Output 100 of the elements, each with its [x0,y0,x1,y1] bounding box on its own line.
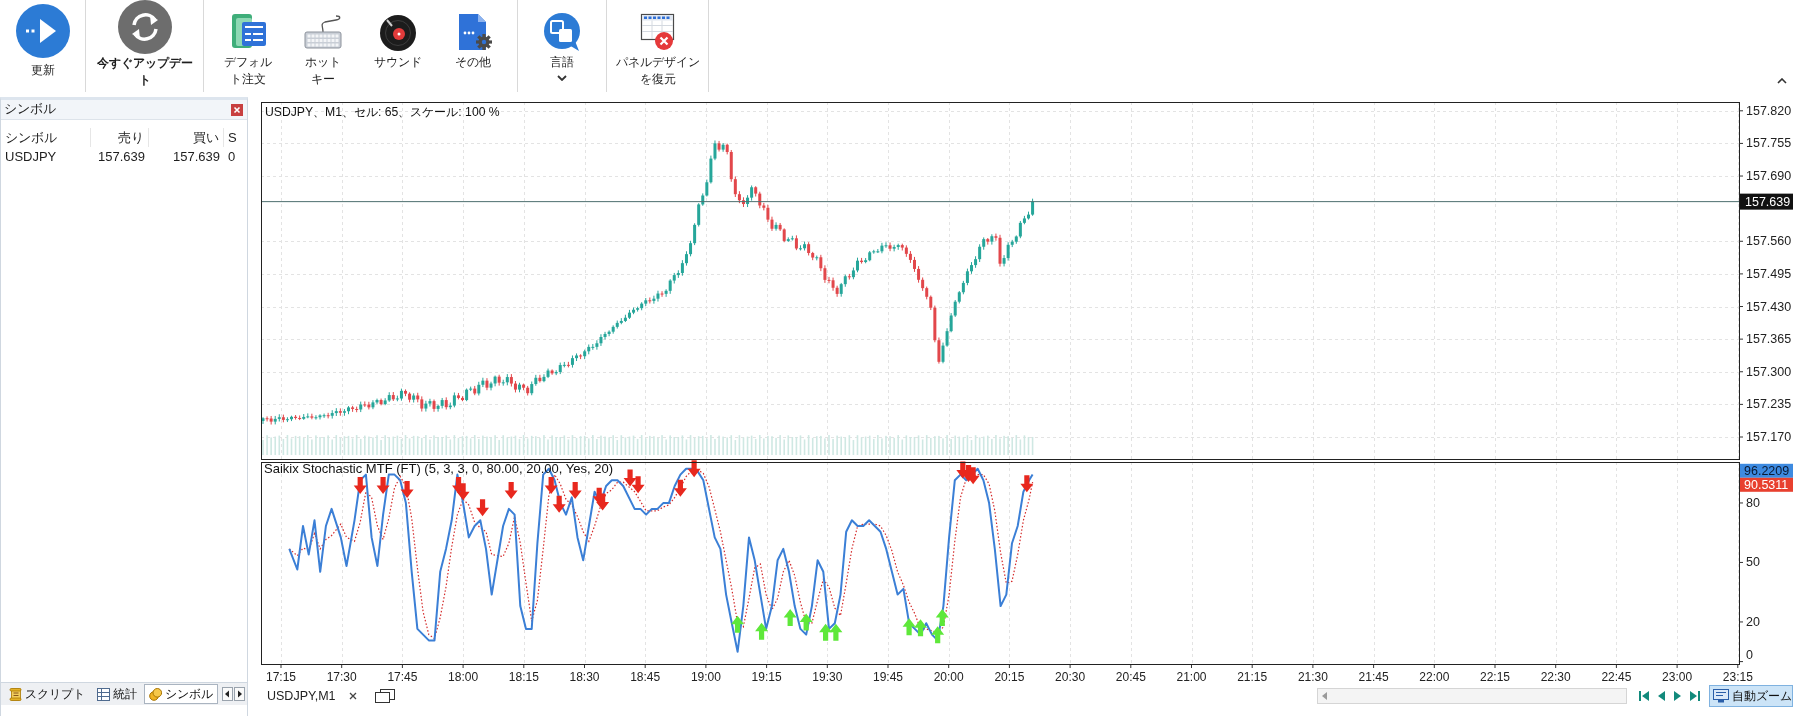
chevron-up-icon[interactable] [1777,78,1787,84]
down-arrow-icon [1020,475,1034,493]
time-axis-label: 19:15 [751,670,782,684]
main-value-label: 96.2209 [1740,463,1793,478]
down-arrow-icon [568,482,582,500]
price-axis-label: 157.430 [1746,299,1792,314]
time-axis-label: 23:15 [1722,670,1753,684]
more-button[interactable]: その他 [443,0,503,71]
refresh-button[interactable]: 更新 [9,0,76,79]
caret-left-icon[interactable] [222,687,233,701]
price-axis-label: 157.170 [1746,430,1792,444]
vinyl-record-icon [378,12,418,52]
price-axis-label: 157.365 [1746,332,1792,347]
coins-icon [149,687,162,701]
down-arrow-icon [456,483,470,501]
time-axis-label: 22:00 [1419,670,1450,684]
time-axis-label: 19:45 [873,670,903,684]
up-arrow-icon [829,623,843,641]
language-button[interactable]: 言語 [532,0,592,81]
panel-tab[interactable]: スクリプト [4,684,90,704]
monitor-icon [1713,689,1729,703]
time-axis-label: 19:30 [812,670,843,684]
down-arrow-icon [504,482,518,500]
table-cell-text: 157.639 [172,148,221,166]
chart-title: USDJPY、M1、セル: 65、スケール: 100 % [265,105,500,119]
down-arrow-icon [673,479,687,497]
time-axis-label: 22:15 [1480,670,1510,684]
time-axis-label: 18:00 [448,670,479,684]
time-axis-label: 17:30 [326,670,357,684]
time-axis-label: 20:15 [994,670,1025,684]
up-arrow-icon [819,623,833,641]
window-stack-icon[interactable] [374,689,395,703]
down-arrow-icon [376,477,390,494]
caret-right-icon[interactable] [234,687,245,701]
time-axis-label: 21:45 [1358,670,1389,684]
indicator-axis-label: 0 [1746,648,1753,662]
time-axis-label: 21:00 [1176,670,1207,684]
current-price-label: 157.639 [1740,193,1793,210]
time-axis-label: 18:15 [508,670,539,684]
default-order-button[interactable]: デフォルト注文 [218,0,278,88]
update-now-button[interactable]: 今すぐアップデート [88,0,201,89]
sound-button[interactable]: サウンド [368,0,428,71]
indicator-axis-label: 80 [1746,495,1760,510]
panel-title: シンボル [4,101,56,118]
up-arrow-icon [935,609,949,626]
time-axis-label: 17:15 [266,670,296,684]
time-axis-label: 20:00 [933,670,964,684]
time-axis-label: 20:45 [1115,670,1146,684]
panel-tab[interactable]: シンボル [144,684,218,704]
speech-bubble-icon [542,12,582,52]
down-arrow-icon [544,477,558,494]
table-icon [97,687,110,701]
down-arrow-icon [687,460,701,478]
up-arrow-icon [799,613,813,631]
skip-to-start-icon[interactable] [1639,690,1649,702]
up-arrow-icon [755,622,769,640]
column-header[interactable]: 買い [149,128,224,147]
time-axis-label: 17:45 [387,670,418,684]
down-arrow-icon [353,477,367,494]
horizontal-scrollbar[interactable] [1317,688,1627,704]
time-axis-label: 21:30 [1297,670,1328,684]
time-axis-label: 19:00 [690,670,721,684]
price-axis-label: 157.755 [1746,136,1792,151]
price-axis-label: 157.560 [1746,234,1792,249]
down-arrow-icon [596,493,610,511]
skip-to-end-icon[interactable] [1690,690,1700,702]
table-cell-text: USDJPY [5,148,58,166]
scroll-icon [9,687,22,701]
column-header[interactable]: 売り [91,128,149,147]
time-axis-label: 21:15 [1237,670,1268,684]
time-axis-label: 22:30 [1540,670,1571,684]
price-axis-label: 157.690 [1746,169,1792,184]
time-axis-label: 18:30 [569,670,600,684]
close-icon[interactable] [231,103,243,116]
table-cell-text: 0 [227,148,237,166]
indicator-title: Saikix Stochastic MTF (FT) (5, 3, 3, 0, 80.00, 20.00, Yes, 20) [264,461,613,476]
time-axis-label: 22:45 [1601,670,1632,684]
column-header[interactable]: シンボル [5,128,91,147]
up-arrow-icon [914,619,927,637]
up-arrow-icon [902,618,916,636]
down-arrow-icon [623,469,637,487]
close-icon[interactable] [348,692,357,700]
panel-tab[interactable]: 統計 [92,684,142,704]
keyboard-icon [303,12,343,52]
play-icon [15,4,70,58]
hotkeys-button[interactable]: ホットキー [293,0,353,88]
restore-layout-button[interactable]: パネルデザインを復元 [611,0,704,88]
price-axis-label: 157.820 [1746,103,1792,118]
time-axis-label: 18:45 [630,670,661,684]
indicator-axis-label: 50 [1746,555,1760,570]
price-axis-label: 157.300 [1746,364,1792,379]
price-axis-label: 157.235 [1746,397,1792,412]
column-header[interactable]: S [224,128,250,147]
down-arrow-icon [552,495,566,513]
time-axis-label: 23:00 [1662,670,1693,684]
table-cell-text: 157.639 [97,148,146,166]
time-axis-label: 20:30 [1055,670,1086,684]
auto-zoom-button[interactable]: 自動ズーム [1709,685,1793,707]
down-arrow-icon [400,480,414,498]
up-arrow-icon [931,626,945,644]
